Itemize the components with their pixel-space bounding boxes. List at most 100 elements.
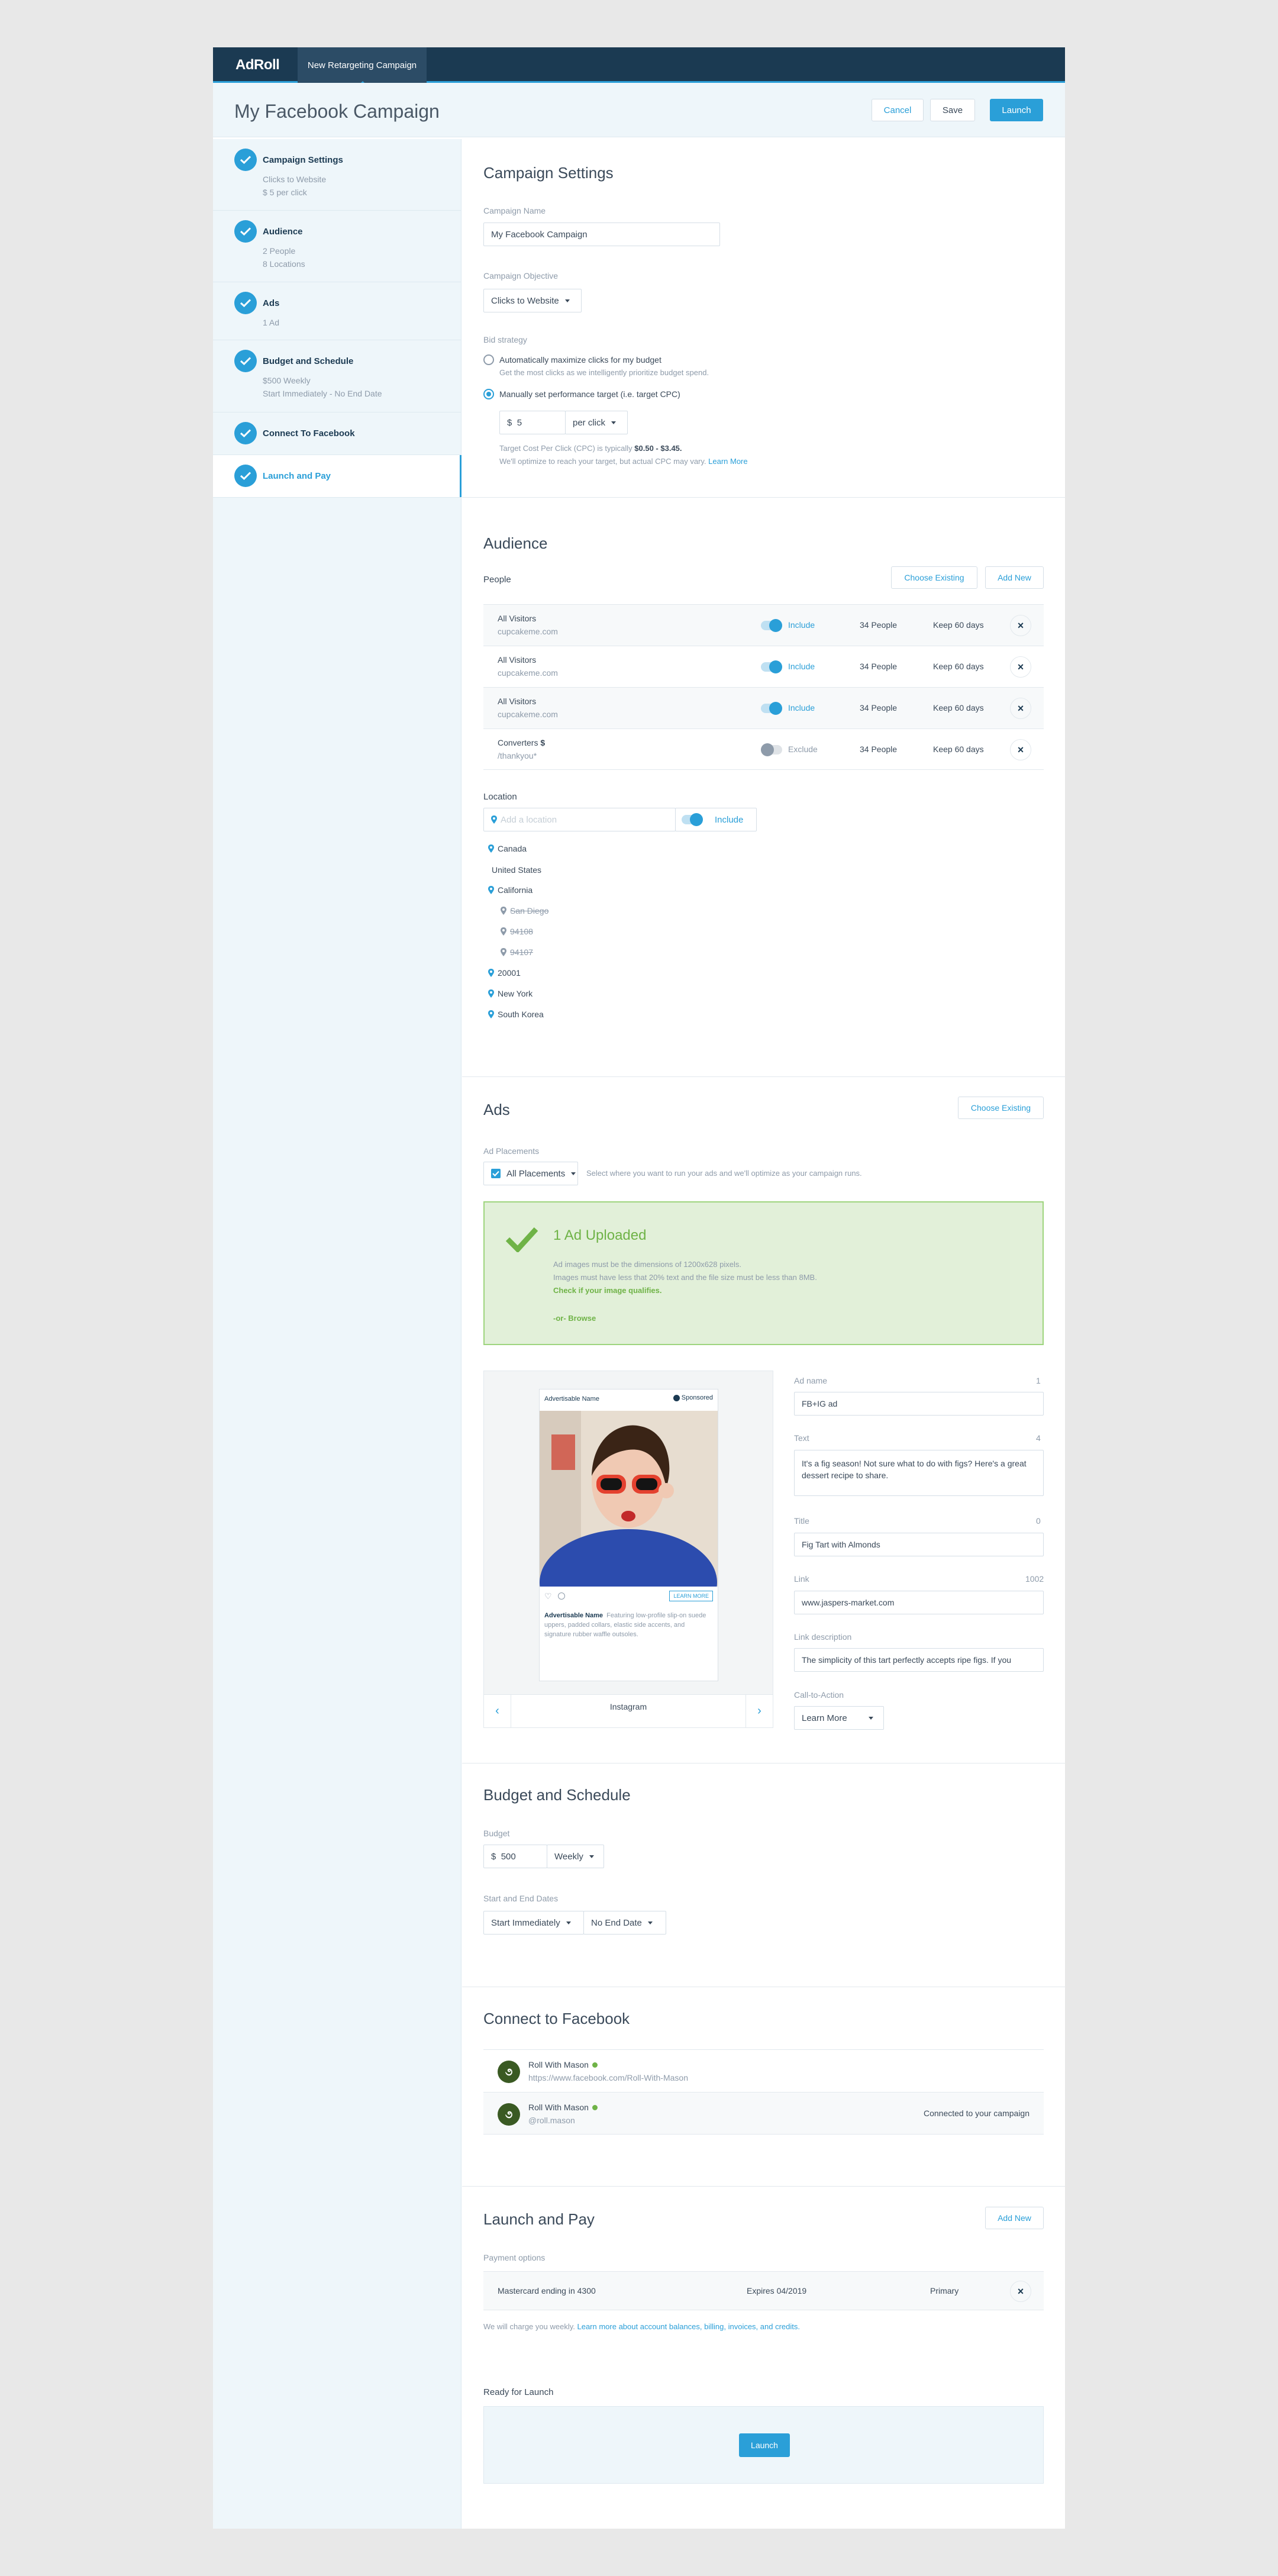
bid-unit-select[interactable]: per click [565,411,628,434]
ad-link-input[interactable]: www.jaspers-market.com [794,1591,1044,1614]
audience-name: Converters $ [498,738,546,747]
add-new-button[interactable]: Add New [985,566,1044,589]
card-expiry: Expires 04/2019 [747,2286,807,2295]
include-toggle[interactable] [682,813,703,826]
add-payment-button[interactable]: Add New [985,2207,1044,2229]
sidebar-item-campaign-settings[interactable]: Campaign Settings Clicks to Website $ 5 … [213,139,461,211]
keep-duration: Keep 60 days [933,744,984,754]
people-label: People [483,575,511,585]
check-icon [234,465,257,487]
link-description-input[interactable]: The simplicity of this tart perfectly ac… [794,1648,1044,1672]
sidebar-item-connect-facebook[interactable]: Connect To Facebook [213,412,461,455]
location-input[interactable]: Add a location [483,808,676,831]
placements-select[interactable]: All Placements [483,1162,578,1185]
page-title: My Facebook Campaign [234,101,440,122]
section-title: Launch and Pay [483,2210,595,2228]
sidebar-item-audience[interactable]: Audience 2 People 8 Locations [213,211,461,282]
audience-name: All Visitors [498,697,537,706]
remove-icon[interactable]: × [1010,2281,1031,2302]
section-title: Connect to Facebook [483,2010,630,2027]
remove-icon[interactable]: × [1010,698,1031,719]
sidebar-item-detail: Clicks to Website [263,175,327,184]
remove-icon[interactable]: × [1010,739,1031,760]
include-toggle[interactable] [761,660,782,673]
include-toggle[interactable] [761,743,782,756]
image-qualify-link[interactable]: Check if your image qualifies. [553,1286,662,1295]
campaign-objective-label: Campaign Objective [483,271,559,281]
campaign-name-input[interactable]: My Facebook Campaign [483,223,720,246]
platform-label: Instagram [609,1702,647,1711]
cta-select[interactable]: Learn More [794,1706,884,1730]
check-icon [506,1227,538,1252]
upload-dropzone[interactable]: 1 Ad Uploaded Ad images must be the dime… [483,1201,1044,1345]
bid-manual-label: Manually set performance target (i.e. ta… [499,389,680,399]
tab-new-retargeting-campaign[interactable]: New Retargeting Campaign [298,47,427,85]
audience-site: cupcakeme.com [498,668,558,678]
launch-button[interactable]: Launch [990,99,1043,121]
launch-pay-section: Launch and Pay Add New Payment options M… [462,2187,1065,2518]
ad-preview-card: Advertisable Name Sponsored ♡ LEARN MORE… [539,1389,718,1681]
end-date-select[interactable]: No End Date [583,1911,666,1935]
include-toggle[interactable] [761,619,782,632]
chevron-down-icon [564,299,570,302]
sidebar-item-launch-pay[interactable]: Launch and Pay [213,455,462,498]
facebook-account-row[interactable]: ૭ Roll With Mason @roll.mason Connected … [483,2092,1044,2135]
billing-info-link[interactable]: Learn more about account balances, billi… [577,2322,800,2331]
chevron-down-icon [868,1716,873,1720]
save-button[interactable]: Save [930,99,975,121]
choose-existing-ads-button[interactable]: Choose Existing [958,1097,1044,1119]
ad-title-input[interactable]: Fig Tart with Almonds [794,1533,1044,1556]
char-count: 0 [1036,1516,1041,1526]
include-toggle[interactable] [761,702,782,715]
location-include-control[interactable]: Include [675,808,757,831]
online-status-icon [592,2104,598,2110]
bid-auto-radio[interactable] [483,354,494,365]
budget-period-select[interactable]: Weekly [547,1845,604,1868]
learn-more-cta[interactable]: LEARN MORE [669,1591,713,1601]
bid-auto-label: Automatically maximize clicks for my bud… [499,355,661,365]
audience-name: All Visitors [498,655,537,665]
chevron-left-icon[interactable]: ‹ [484,1695,511,1727]
sidebar-item-ads[interactable]: Ads 1 Ad [213,282,461,340]
ad-text-label: Text [794,1433,809,1443]
billing-note: We will charge you weekly. Learn more ab… [483,2322,800,2331]
start-date-select[interactable]: Start Immediately [483,1911,584,1935]
pin-icon [488,989,494,998]
advertiser-name: Advertisable Name [544,1395,599,1403]
learn-more-link[interactable]: Learn More [708,457,747,466]
budget-label: Budget [483,1829,510,1838]
location-item-excluded: 94108 [501,927,533,936]
table-row: All Visitors cupcakeme.com Include 34 Pe… [483,646,1044,687]
comment-icon[interactable] [557,1592,565,1600]
section-title: Ads [483,1101,510,1118]
campaign-objective-select[interactable]: Clicks to Website [483,289,582,312]
location-label: Location [483,792,517,802]
include-state: Include [788,662,815,671]
sidebar-item-label: Budget and Schedule [263,356,354,366]
browse-link[interactable]: -or- Browse [553,1314,596,1323]
adroll-logo[interactable]: AdRoll [235,57,280,73]
remove-icon[interactable]: × [1010,615,1031,636]
ad-text-textarea[interactable]: It's a fig season! Not sure what to do w… [794,1450,1044,1496]
facebook-account-row[interactable]: ૭ Roll With Mason https://www.facebook.c… [483,2049,1044,2092]
sidebar-item-budget-schedule[interactable]: Budget and Schedule $500 Weekly Start Im… [213,340,461,412]
remove-icon[interactable]: × [1010,656,1031,678]
ad-name-input[interactable]: FB+IG ad [794,1392,1044,1416]
sidebar-item-label: Audience [263,227,303,237]
budget-amount-input[interactable]: $ 500 [483,1845,547,1868]
sidebar-item-detail: Start Immediately - No End Date [263,389,382,398]
chevron-right-icon[interactable]: › [746,1695,773,1727]
people-count: 34 People [860,620,898,630]
final-launch-button[interactable]: Launch [739,2433,790,2457]
location-item-excluded: 94107 [501,947,533,957]
heart-icon[interactable]: ♡ [544,1591,552,1601]
cancel-button[interactable]: Cancel [872,99,924,121]
sidebar-item-detail: 8 Locations [263,259,305,269]
checkbox-checked-icon [491,1169,501,1178]
choose-existing-button[interactable]: Choose Existing [891,566,977,589]
card-description: Mastercard ending in 4300 [498,2286,596,2295]
launch-panel: Launch [483,2406,1044,2484]
bid-amount-input[interactable]: $ 5 [499,411,566,434]
people-count: 34 People [860,662,898,671]
bid-manual-radio[interactable] [483,389,494,399]
